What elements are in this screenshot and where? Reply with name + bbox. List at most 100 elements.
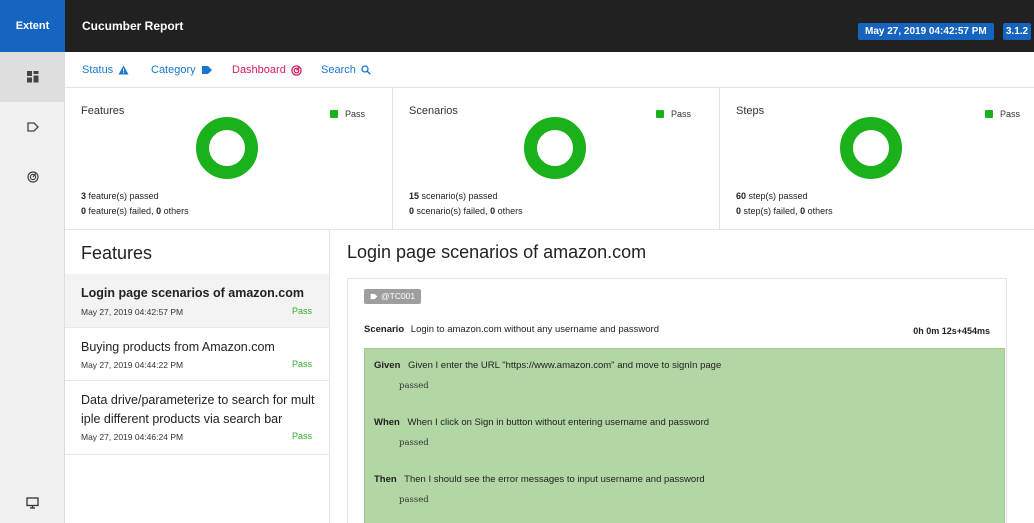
step-keyword: When: [374, 417, 400, 428]
dashboard-grid-icon: [26, 71, 38, 83]
others-text: others: [497, 206, 523, 216]
step-result: passed: [399, 495, 429, 505]
scenario-steps: Given Given I enter the URL "https://www…: [364, 348, 1005, 523]
others-count: 0: [490, 206, 496, 216]
left-sidebar: [0, 52, 65, 523]
dashboard-gauge-icon: [291, 64, 302, 76]
others-count: 0: [800, 206, 806, 216]
warning-triangle-icon: [118, 65, 129, 75]
tab-status-label: Status: [82, 64, 114, 76]
view-nav-bar: Status Category Dashboard Search: [65, 52, 1034, 88]
sidebar-item-environment[interactable]: [0, 488, 65, 518]
tab-dashboard[interactable]: Dashboard: [232, 52, 302, 88]
others-count: 0: [156, 206, 162, 216]
passed-text: step(s) passed: [748, 191, 808, 201]
feature-status: Pass: [291, 306, 312, 316]
steps-summary-card: Steps Pass 60 step(s) passed 0 step(s) f…: [720, 88, 1034, 230]
card-title: Features: [81, 105, 125, 117]
scenario-tag[interactable]: @TC001: [364, 289, 422, 304]
failed-text: scenario(s) failed,: [416, 206, 488, 216]
failed-stat: 0 feature(s) failed, 0 others: [81, 206, 189, 216]
feature-status: Pass: [291, 431, 312, 441]
failed-stat: 0 scenario(s) failed, 0 others: [409, 206, 523, 216]
feature-detail-panel: Login page scenarios of amazon.com @TC00…: [330, 230, 1034, 523]
tab-category[interactable]: Category: [151, 52, 213, 88]
passed-count: 60: [736, 191, 747, 201]
legend-label: Pass: [1000, 109, 1021, 119]
search-icon: [361, 65, 371, 75]
feature-time: May 27, 2019 04:42:57 PM: [81, 307, 184, 317]
features-donut-chart[interactable]: [196, 117, 258, 179]
feature-name: Buying products from Amazon.com: [81, 340, 275, 354]
dashboard-gauge-icon: [26, 171, 39, 183]
sidebar-item-category-view[interactable]: [0, 102, 65, 152]
tab-search-label: Search: [321, 64, 356, 76]
pass-legend-swatch: [985, 110, 993, 118]
tab-search[interactable]: Search: [321, 52, 371, 88]
failed-count: 0: [736, 206, 742, 216]
step-text: When I click on Sign in button without e…: [407, 417, 710, 428]
step-row: Then Then I should see the error message…: [374, 474, 705, 485]
feature-name: Data drive/parameterize to search for mu…: [81, 391, 321, 429]
step-text: Given I enter the URL "https://www.amazo…: [408, 360, 722, 371]
report-title: Cucumber Report: [82, 19, 184, 33]
chart-legend[interactable]: Pass: [985, 109, 1020, 119]
feature-list-item[interactable]: Login page scenarios of amazon.com May 2…: [65, 274, 329, 328]
sidebar-item-dashboard-view[interactable]: [0, 152, 65, 202]
step-text: Then I should see the error messages to …: [404, 474, 705, 485]
others-text: others: [807, 206, 833, 216]
chart-legend[interactable]: Pass: [656, 109, 691, 119]
failed-text: step(s) failed,: [743, 206, 798, 216]
brand-logo[interactable]: Extent: [0, 0, 65, 52]
version-badge: 3.1.2: [1003, 23, 1031, 40]
step-row: Given Given I enter the URL "https://www…: [374, 360, 721, 371]
feature-list-item[interactable]: Buying products from Amazon.com May 27, …: [65, 328, 329, 381]
chart-legend[interactable]: Pass: [330, 109, 365, 119]
passed-stat: 15 scenario(s) passed: [409, 191, 498, 201]
tab-status[interactable]: Status: [82, 52, 129, 88]
failed-text: feature(s) failed,: [88, 206, 154, 216]
steps-donut-chart[interactable]: [840, 117, 902, 179]
feature-status: Pass: [291, 359, 312, 369]
tag-icon: [201, 66, 212, 74]
feature-name-line: iple different products via search bar: [81, 412, 283, 426]
tab-dashboard-label: Dashboard: [232, 64, 286, 76]
failed-count: 0: [409, 206, 415, 216]
failed-stat: 0 step(s) failed, 0 others: [736, 206, 833, 216]
feature-time: May 27, 2019 04:46:24 PM: [81, 432, 184, 442]
feature-time: May 27, 2019 04:44:22 PM: [81, 360, 184, 370]
step-keyword: Given: [374, 360, 401, 371]
passed-text: feature(s) passed: [88, 191, 159, 201]
feature-list-item[interactable]: Data drive/parameterize to search for mu…: [65, 381, 329, 455]
extent-report-app: Extent Cucumber Report May 27, 2019 04:4…: [0, 0, 1034, 523]
card-title: Scenarios: [409, 105, 458, 117]
passed-text: scenario(s) passed: [421, 191, 498, 201]
pass-legend-swatch: [330, 110, 338, 118]
scenario-name: Login to amazon.com without any username…: [410, 324, 659, 335]
scenarios-summary-card: Scenarios Pass 15 scenario(s) passed 0 s…: [393, 88, 720, 230]
features-heading: Features: [81, 243, 153, 263]
tab-category-label: Category: [151, 64, 196, 76]
feature-detail-title: Login page scenarios of amazon.com: [347, 242, 647, 262]
report-date-badge: May 27, 2019 04:42:57 PM: [858, 23, 994, 40]
passed-count: 15: [409, 191, 420, 201]
monitor-icon: [26, 497, 39, 509]
sidebar-item-test-view[interactable]: [0, 52, 65, 102]
legend-label: Pass: [671, 109, 692, 119]
passed-stat: 3 feature(s) passed: [81, 191, 159, 201]
scenarios-donut-chart[interactable]: [524, 117, 586, 179]
pass-legend-swatch: [656, 110, 664, 118]
others-text: others: [163, 206, 189, 216]
legend-label: Pass: [345, 109, 366, 119]
scenario-tag-label: @TC001: [381, 291, 416, 301]
dashboard-summary: Features Pass 3 feature(s) passed 0 feat…: [65, 88, 1034, 230]
scenario-duration: 0h 0m 12s+454ms: [913, 326, 990, 336]
step-keyword: Then: [374, 474, 397, 485]
scenario-heading: Scenario Login to amazon.com without any…: [364, 324, 659, 335]
step-result: passed: [399, 438, 429, 448]
step-result: passed: [399, 381, 429, 391]
feature-name-line: Data drive/parameterize to search for mu…: [81, 393, 315, 407]
card-title: Steps: [736, 105, 765, 117]
scenario-keyword: Scenario: [364, 324, 405, 335]
features-summary-card: Features Pass 3 feature(s) passed 0 feat…: [65, 88, 393, 230]
